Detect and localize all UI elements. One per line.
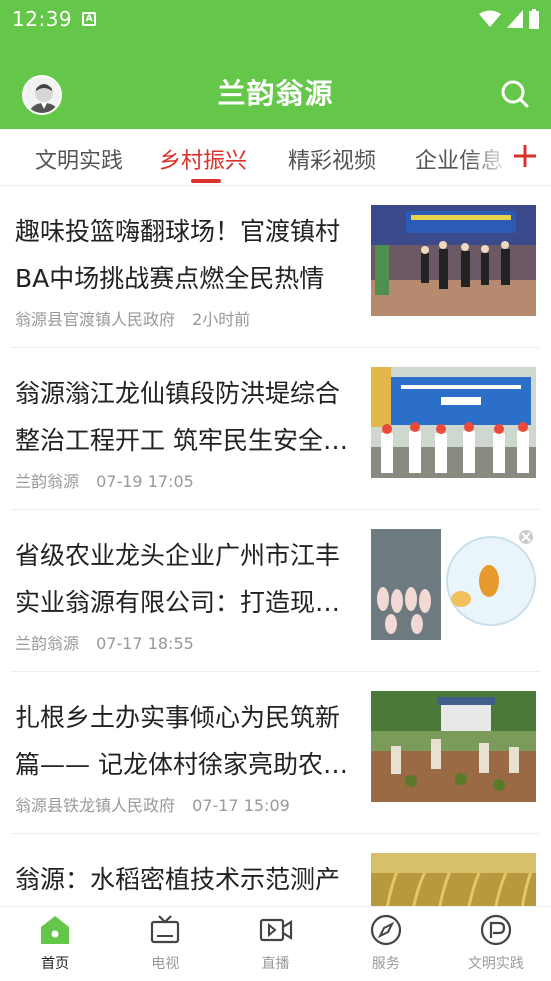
news-item[interactable]: 翁源滃江龙仙镇段防洪堤综合整治工程开工 筑牢民生安全防线 兰韵翁源 07-19 … bbox=[11, 348, 540, 510]
compass-icon bbox=[370, 914, 401, 946]
search-icon bbox=[501, 80, 529, 108]
home-icon bbox=[41, 916, 70, 944]
battery-icon bbox=[529, 9, 539, 29]
news-time: 07-17 15:09 bbox=[192, 796, 290, 815]
news-source: 兰韵翁源 bbox=[15, 472, 80, 491]
status-indicators bbox=[479, 9, 539, 29]
search-button[interactable] bbox=[499, 78, 531, 110]
app-title: 兰韵翁源 bbox=[217, 76, 334, 110]
bottom-navigation: 首页 电视 直播 服务 文明实践 bbox=[0, 906, 551, 981]
news-source: 翁源县铁龙镇人民政府 bbox=[15, 796, 176, 815]
tv-icon bbox=[151, 915, 180, 944]
notification-app-icon: A bbox=[82, 12, 97, 26]
news-title: 趣味投篮嗨翻球场！官渡镇村BA中场挑战赛点燃全民热情 bbox=[15, 217, 341, 293]
news-source: 兰韵翁源 bbox=[15, 634, 80, 653]
wifi-icon bbox=[479, 10, 501, 27]
nav-label: 直播 bbox=[261, 956, 290, 972]
news-thumbnail bbox=[371, 691, 536, 802]
news-meta: 兰韵翁源 07-19 17:05 bbox=[15, 468, 194, 492]
nav-label: 文明实践 bbox=[467, 956, 524, 972]
person-avatar-icon bbox=[28, 84, 60, 113]
news-meta: 翁源县铁龙镇人民政府 07-17 15:09 bbox=[15, 792, 290, 816]
news-item[interactable]: 扎根乡土办实事倾心为民筑新篇—— 记龙体村徐家亮助农事迹 翁源县铁龙镇人民政府 … bbox=[11, 672, 540, 834]
user-avatar[interactable] bbox=[22, 75, 62, 115]
rice-field-photo bbox=[371, 853, 536, 906]
farm-work-photo bbox=[371, 691, 536, 802]
basketball-event-photo bbox=[371, 205, 536, 316]
nav-civilization-practice[interactable]: 文明实践 bbox=[441, 907, 551, 981]
category-tabs: 文明实践 乡村振兴 精彩视频 企业信息 bbox=[0, 129, 551, 186]
news-thumbnail bbox=[371, 853, 536, 906]
nav-label: 首页 bbox=[41, 956, 70, 972]
groundbreaking-ceremony-photo bbox=[371, 367, 536, 478]
poultry-processing-photo bbox=[371, 529, 536, 640]
nav-service[interactable]: 服务 bbox=[331, 907, 441, 981]
nav-live[interactable]: 直播 bbox=[220, 907, 330, 981]
news-title: 省级农业龙头企业广州市江丰实业翁源有限公司：打造现代农业 bbox=[15, 541, 341, 617]
plus-icon bbox=[514, 145, 536, 167]
news-meta: 翁源县官渡镇人民政府 2小时前 bbox=[15, 306, 250, 330]
tab-jingcai-shipin[interactable]: 精彩视频 bbox=[288, 143, 376, 175]
nav-label: 服务 bbox=[371, 956, 400, 972]
news-title: 翁源：水稻密植技术示范测产 bbox=[15, 865, 341, 894]
news-meta: 兰韵翁源 07-17 18:55 bbox=[15, 630, 194, 654]
nav-home[interactable]: 首页 bbox=[0, 907, 110, 981]
signal-icon bbox=[507, 10, 523, 28]
app-header: 兰韵翁源 bbox=[0, 38, 551, 129]
news-thumbnail bbox=[371, 205, 536, 316]
news-title: 翁源滃江龙仙镇段防洪堤综合整治工程开工 筑牢民生安全防线 bbox=[15, 379, 348, 455]
tab-xiangcun-zhenxing[interactable]: 乡村振兴 bbox=[159, 143, 247, 175]
news-list: 趣味投篮嗨翻球场！官渡镇村BA中场挑战赛点燃全民热情 翁源县官渡镇人民政府 2小… bbox=[0, 186, 551, 906]
news-time: 07-17 18:55 bbox=[96, 634, 194, 653]
news-title: 扎根乡土办实事倾心为民筑新篇—— 记龙体村徐家亮助农事迹 bbox=[15, 703, 348, 779]
news-item[interactable]: 省级农业龙头企业广州市江丰实业翁源有限公司：打造现代农业 兰韵翁源 07-17 … bbox=[11, 510, 540, 672]
status-bar: 12:39 A bbox=[0, 0, 551, 38]
live-video-icon bbox=[259, 918, 292, 942]
tab-wenming-shijian[interactable]: 文明实践 bbox=[35, 143, 123, 175]
app-screen: 12:39 A 兰韵翁源 文明实践 乡村振兴 精彩视频 企业信息 趣味投篮嗨翻球… bbox=[0, 0, 551, 981]
nav-label: 电视 bbox=[151, 956, 180, 972]
active-tab-indicator bbox=[191, 179, 221, 183]
news-time: 07-19 17:05 bbox=[96, 472, 194, 491]
nav-tv[interactable]: 电视 bbox=[110, 907, 220, 981]
news-item[interactable]: 趣味投篮嗨翻球场！官渡镇村BA中场挑战赛点燃全民热情 翁源县官渡镇人民政府 2小… bbox=[11, 186, 540, 348]
add-channel-button[interactable] bbox=[510, 141, 540, 171]
news-thumbnail bbox=[371, 529, 536, 640]
civilization-icon bbox=[480, 914, 512, 946]
news-item[interactable]: 翁源：水稻密植技术示范测产 bbox=[11, 834, 540, 906]
news-time: 2小时前 bbox=[192, 310, 251, 329]
news-source: 翁源县官渡镇人民政府 bbox=[15, 310, 176, 329]
status-time: 12:39 bbox=[12, 7, 73, 31]
tab-fade bbox=[470, 129, 510, 185]
news-thumbnail bbox=[371, 367, 536, 478]
